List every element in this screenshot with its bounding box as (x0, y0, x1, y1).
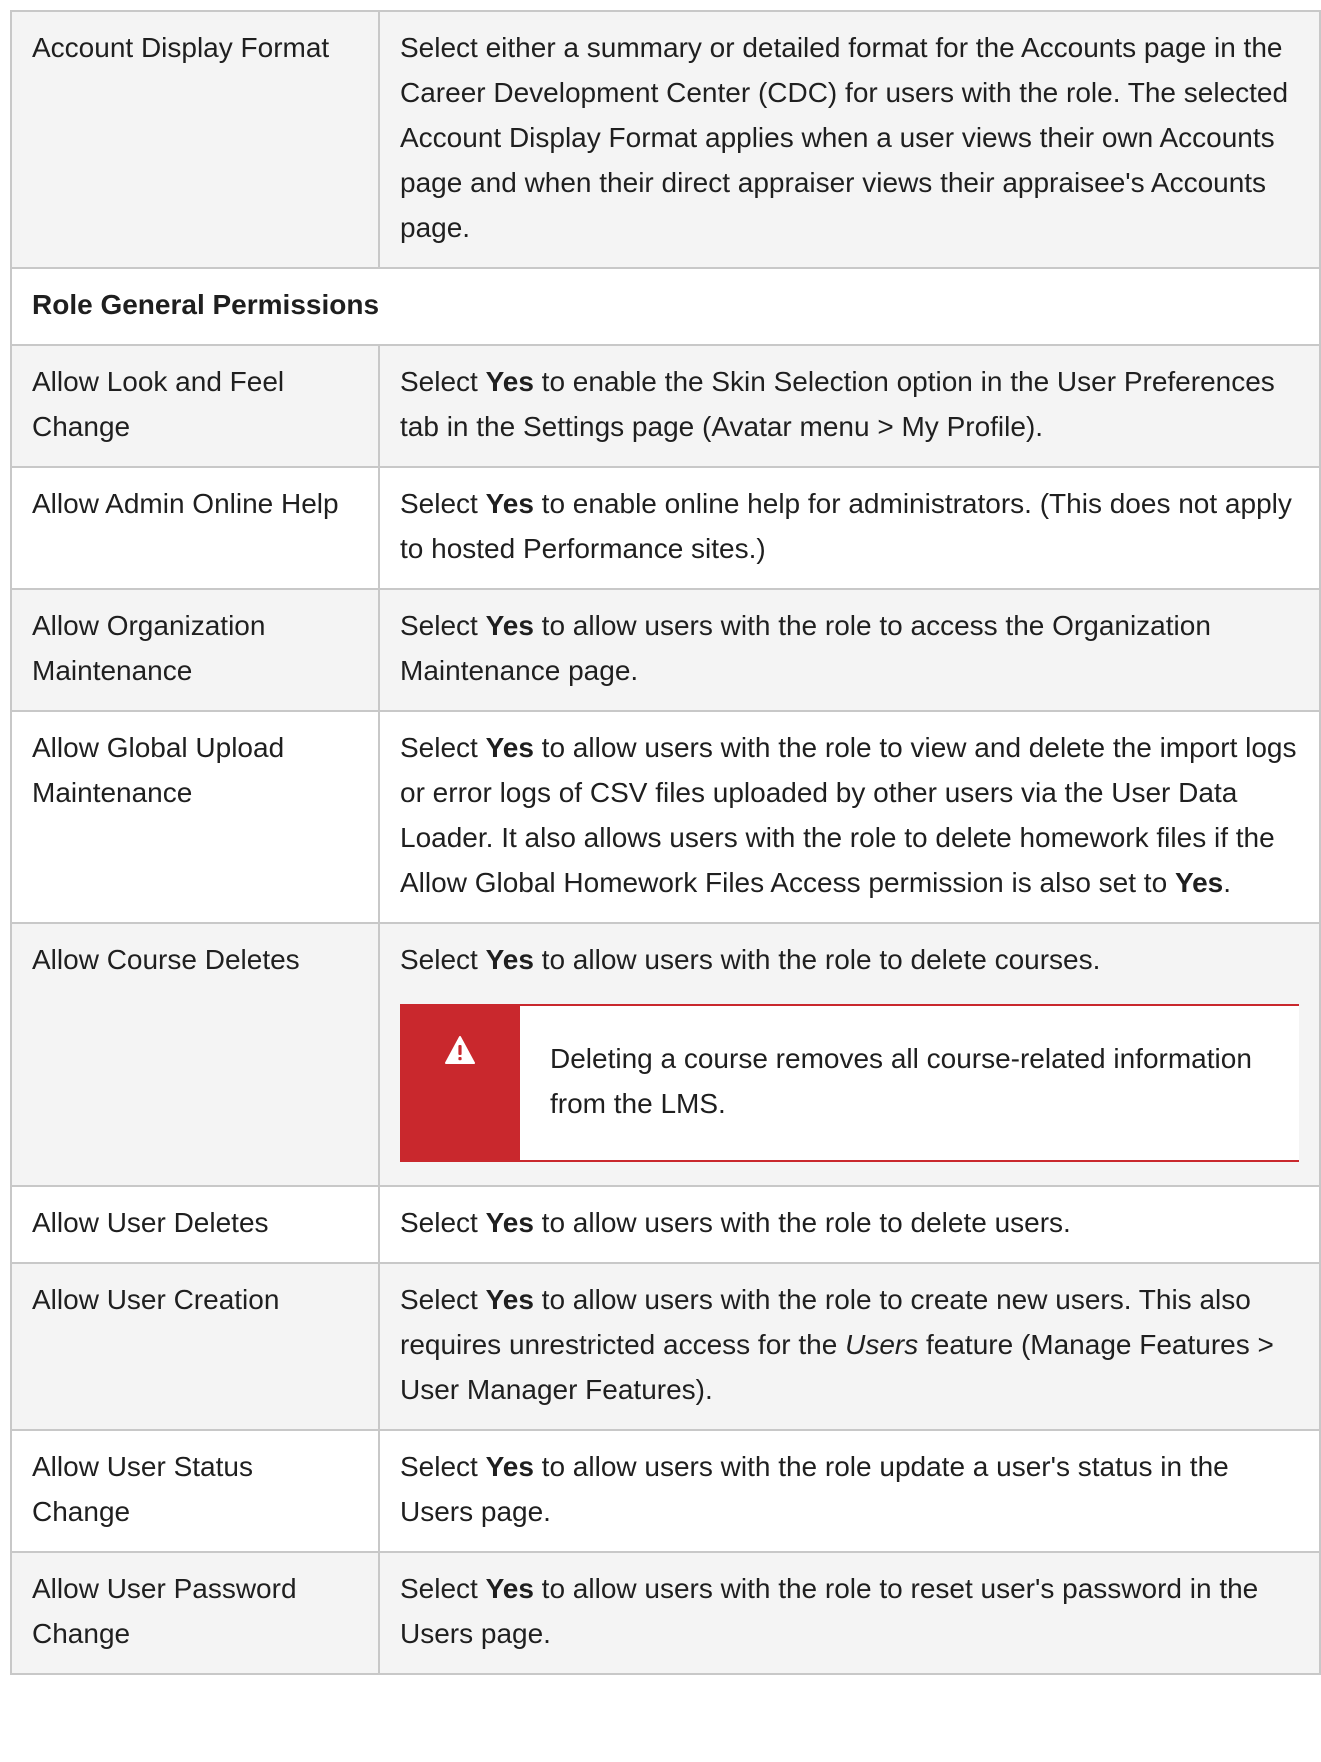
permission-description: Select Yes to allow users with the role … (378, 1185, 1321, 1264)
permission-description: Select Yes to enable online help for adm… (378, 466, 1321, 590)
permission-name: Allow User Status Change (10, 1429, 380, 1553)
section-title: Role General Permissions (10, 267, 1321, 346)
italic-text: Users (845, 1329, 919, 1360)
text-segment: to allow users with the role to delete u… (533, 1207, 1071, 1238)
permission-name: Allow Admin Online Help (10, 466, 380, 590)
description-text: Select Yes to enable the Skin Selection … (400, 359, 1299, 449)
emphasis-text: Yes (485, 944, 534, 975)
permission-description: Select Yes to allow users with the role … (378, 1429, 1321, 1553)
permission-description: Select either a summary or detailed form… (378, 10, 1321, 269)
permission-name: Allow User Deletes (10, 1185, 380, 1264)
permission-description: Select Yes to allow users with the role … (378, 1262, 1321, 1431)
permission-name: Allow Course Deletes (10, 922, 380, 1187)
description-text: Select Yes to allow users with the role … (400, 1566, 1299, 1656)
emphasis-text: Yes (485, 366, 534, 397)
permission-description: Select Yes to allow users with the role … (378, 588, 1321, 712)
text-segment: Select (400, 1284, 486, 1315)
emphasis-text: Yes (485, 1451, 534, 1482)
text-segment: Select (400, 732, 486, 763)
warning-text: Deleting a course removes all course-rel… (550, 1043, 1252, 1119)
emphasis-text: Yes (485, 732, 534, 763)
permission-name: Allow Organization Maintenance (10, 588, 380, 712)
table-row: Allow Admin Online Help Select Yes to ena… (10, 466, 1321, 590)
text-segment: Select (400, 944, 486, 975)
table-row: Allow User Deletes Select Yes to allow us… (10, 1185, 1321, 1264)
text-segment: Select (400, 366, 486, 397)
warning-callout: Deleting a course removes all course-rel… (400, 1004, 1299, 1162)
description-text: Select Yes to allow users with the role … (400, 725, 1299, 905)
table-row: Allow User Password Change Select Yes to … (10, 1551, 1321, 1675)
permission-description: Select Yes to allow users with the role … (378, 922, 1321, 1187)
text-segment: Select (400, 610, 486, 641)
section-header-row: Role General Permissions (10, 267, 1321, 346)
table-row: Allow User Status Change Select Yes to al… (10, 1429, 1321, 1553)
table-row: Allow Course Deletes Select Yes to allow … (10, 922, 1321, 1187)
emphasis-text: Yes (485, 610, 534, 641)
text-segment: to allow users with the role to delete c… (533, 944, 1101, 975)
permission-name: Allow Global Upload Maintenance (10, 710, 380, 924)
table-row: Allow Organization Maintenance Select Yes… (10, 588, 1321, 712)
table-row: Allow User Creation Select Yes to allow u… (10, 1262, 1321, 1431)
table-row: Account Display Format Select either a su… (10, 10, 1321, 269)
description-text: Select either a summary or detailed form… (400, 25, 1299, 250)
emphasis-text: Yes (485, 1207, 534, 1238)
permission-description: Select Yes to allow users with the role … (378, 710, 1321, 924)
description-text: Select Yes to allow users with the role … (400, 1200, 1299, 1245)
text-segment: Select (400, 1573, 486, 1604)
permission-description: Select Yes to allow users with the role … (378, 1551, 1321, 1675)
text-segment: Select (400, 1207, 486, 1238)
permissions-table: Account Display Format Select either a su… (10, 10, 1321, 1675)
permission-name: Allow Look and Feel Change (10, 344, 380, 468)
description-text: Select Yes to allow users with the role … (400, 1444, 1299, 1534)
permission-name: Allow User Password Change (10, 1551, 380, 1675)
text-segment: to enable online help for administrators… (400, 488, 1292, 564)
text-segment: . (1223, 867, 1231, 898)
table-row: Allow Global Upload Maintenance Select Ye… (10, 710, 1321, 924)
warning-bar (400, 1006, 520, 1160)
emphasis-text: Yes (485, 1573, 534, 1604)
permission-description: Select Yes to enable the Skin Selection … (378, 344, 1321, 468)
description-text: Select Yes to enable online help for adm… (400, 481, 1299, 571)
text-segment: Select (400, 1451, 486, 1482)
description-text: Select Yes to allow users with the role … (400, 937, 1299, 982)
description-text: Select Yes to allow users with the role … (400, 1277, 1299, 1412)
text-segment: to allow users with the role to view and… (400, 732, 1297, 898)
text-segment: Select (400, 488, 486, 519)
permissions-table-body: Account Display Format Select either a su… (10, 10, 1321, 1675)
emphasis-text: Yes (485, 1284, 534, 1315)
emphasis-text: Yes (485, 488, 534, 519)
text-segment: Select either a summary or detailed form… (400, 32, 1289, 243)
warning-icon (445, 1036, 475, 1064)
table-row: Allow Look and Feel Change Select Yes to … (10, 344, 1321, 468)
emphasis-text: Yes (1174, 867, 1224, 898)
permission-name: Account Display Format (10, 10, 380, 269)
description-text: Select Yes to allow users with the role … (400, 603, 1299, 693)
permission-name: Allow User Creation (10, 1262, 380, 1431)
